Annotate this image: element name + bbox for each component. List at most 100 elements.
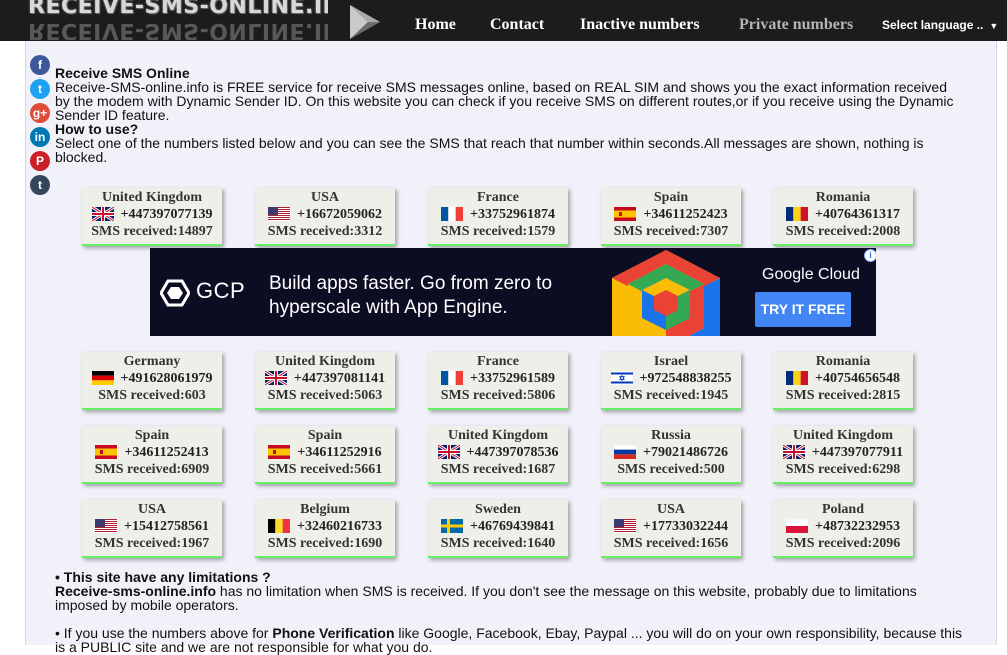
card-sms-count: SMS received:2815 <box>785 388 901 403</box>
phone-number: +17733032244 <box>643 519 728 534</box>
nav-contact[interactable]: Contact <box>490 16 544 34</box>
flag-uk-icon <box>436 443 461 461</box>
phone-number: +16672059062 <box>297 207 382 222</box>
number-card[interactable]: Romania +40764361317 SMS received:2008 <box>773 188 913 246</box>
number-card[interactable]: Israel +972548838255 SMS received:1945 <box>601 352 741 410</box>
phone-number: +447397077911 <box>811 445 904 460</box>
card-country: United Kingdom <box>793 428 893 443</box>
linkedin-icon[interactable]: in <box>30 127 50 147</box>
nav-private-numbers[interactable]: Private numbers <box>739 16 853 34</box>
card-country: United Kingdom <box>102 190 202 205</box>
number-card[interactable]: USA +17733032244 SMS received:1656 <box>601 500 741 558</box>
flag-es-icon <box>95 445 118 459</box>
twitter-icon[interactable]: t <box>30 79 50 99</box>
nav-inactive-numbers[interactable]: Inactive numbers <box>580 16 700 34</box>
number-card[interactable]: USA +15412758561 SMS received:1967 <box>82 500 222 558</box>
language-select[interactable]: Select language .. ▼ <box>882 18 998 32</box>
ad-banner[interactable]: GCP Build apps faster. Go from zero to h… <box>150 248 876 336</box>
card-sms-count: SMS received:14897 <box>91 224 213 239</box>
flag-pl-icon <box>785 518 809 533</box>
card-number: +972548838255 <box>601 370 741 387</box>
card-sms-count: SMS received:1640 <box>440 536 556 551</box>
phone-number: +447397081141 <box>293 371 386 386</box>
card-sms-count: SMS received:1967 <box>94 536 210 551</box>
card-country: Poland <box>821 502 864 517</box>
card-number: +33752961874 <box>428 207 568 223</box>
top-navigation-bar: RECEIVE-SMS-ONLINE.INFO RECEIVE-SMS-ONLI… <box>0 0 1007 41</box>
limitations-section: • This site have any limitations ? Recei… <box>55 570 965 654</box>
limitations-answer: Receive-sms-online.info has no limitatio… <box>55 584 965 612</box>
phone-number: +491628061979 <box>120 371 213 386</box>
number-card[interactable]: Spain +34611252413 SMS received:6909 <box>82 426 222 484</box>
number-card[interactable]: United Kingdom +447397081141 SMS received:… <box>255 352 395 410</box>
number-card[interactable]: France +33752961589 SMS received:5806 <box>428 352 568 410</box>
number-card[interactable]: United Kingdom +447397077911 SMS received:… <box>773 426 913 484</box>
howto-text: Select one of the numbers listed below a… <box>55 135 924 165</box>
phone-number: +972548838255 <box>639 371 732 386</box>
card-sms-count: SMS received:6298 <box>785 462 901 477</box>
card-number: +40754656548 <box>773 371 913 387</box>
card-number: +491628061979 <box>82 371 222 387</box>
number-card[interactable]: Germany +491628061979 SMS received:603 <box>82 352 222 410</box>
flag-es-icon <box>614 207 637 221</box>
card-sms-count: SMS received:500 <box>617 462 725 477</box>
card-country: United Kingdom <box>448 428 548 443</box>
card-sms-count: SMS received:1690 <box>267 536 383 551</box>
phone-number: +33752961874 <box>470 207 555 222</box>
phone-number: +34611252423 <box>643 207 728 222</box>
card-country: Romania <box>815 190 871 205</box>
googleplus-icon[interactable]: g+ <box>30 103 50 123</box>
card-sms-count: SMS received:3312 <box>267 224 383 239</box>
number-card[interactable]: USA +16672059062 SMS received:3312 <box>255 188 395 246</box>
flag-de-icon <box>91 371 114 385</box>
number-card[interactable]: United Kingdom +447397077139 SMS received:… <box>82 188 222 246</box>
card-number: +15412758561 <box>82 519 222 535</box>
card-number: +34611252413 <box>82 445 222 461</box>
card-number: +32460216733 <box>255 519 395 535</box>
pinterest-icon[interactable]: P <box>30 151 50 171</box>
site-logo[interactable]: RECEIVE-SMS-ONLINE.INFO RECEIVE-SMS-ONLI… <box>28 0 328 40</box>
card-country: Romania <box>815 354 871 369</box>
card-number: +34611252423 <box>601 207 741 223</box>
number-card[interactable]: Spain +34611252423 SMS received:7307 <box>601 188 741 246</box>
flag-ru-icon <box>613 444 637 459</box>
card-sms-count: SMS received:5806 <box>440 388 556 403</box>
number-card[interactable]: France +33752961874 SMS received:1579 <box>428 188 568 246</box>
ad-cta-button[interactable]: TRY IT FREE <box>755 292 851 327</box>
language-label: Select language .. <box>882 18 984 32</box>
chevron-down-icon: ▼ <box>989 21 999 31</box>
card-sms-count: SMS received:5661 <box>267 462 383 477</box>
limitations-question: • This site have any limitations ? <box>55 569 271 585</box>
number-card[interactable]: Belgium +32460216733 SMS received:1690 <box>255 500 395 558</box>
flag-uk-icon <box>90 205 115 223</box>
card-number: +48732232953 <box>773 518 913 535</box>
card-sms-count: SMS received:5063 <box>267 388 383 403</box>
number-card[interactable]: Russia +79021486726 SMS received:500 <box>601 426 741 484</box>
tumblr-icon[interactable]: t <box>30 175 50 195</box>
card-sms-count: SMS received:1656 <box>613 536 729 551</box>
card-sms-count: SMS received:1687 <box>440 462 556 477</box>
card-country: USA <box>656 502 685 517</box>
card-country: France <box>477 190 519 205</box>
ad-info-icon[interactable]: i <box>864 249 876 262</box>
google-play-icon[interactable] <box>348 4 382 40</box>
facebook-icon[interactable]: f <box>30 55 50 75</box>
card-number: +34611252916 <box>255 445 395 461</box>
card-sms-count: SMS received:2096 <box>785 536 901 551</box>
number-card[interactable]: Romania +40754656548 SMS received:2815 <box>773 352 913 410</box>
phone-number: +34611252916 <box>297 445 382 460</box>
card-country: Belgium <box>300 502 350 517</box>
phone-number: +33752961589 <box>470 371 555 386</box>
card-number: +447397081141 <box>255 369 395 387</box>
intro-section: Receive SMS Online Receive-SMS-online.in… <box>55 66 955 164</box>
card-country: Russia <box>651 428 691 443</box>
card-number: +447397077911 <box>773 443 913 461</box>
number-card[interactable]: Poland +48732232953 SMS received:2096 <box>773 500 913 558</box>
card-sms-count: SMS received:1579 <box>440 224 556 239</box>
flag-be-icon <box>268 519 290 533</box>
number-card[interactable]: Spain +34611252916 SMS received:5661 <box>255 426 395 484</box>
number-card[interactable]: Sweden +46769439841 SMS received:1640 <box>428 500 568 558</box>
card-country: Israel <box>653 354 689 369</box>
nav-home[interactable]: Home <box>415 16 456 34</box>
number-card[interactable]: United Kingdom +447397078536 SMS received:… <box>428 426 568 484</box>
